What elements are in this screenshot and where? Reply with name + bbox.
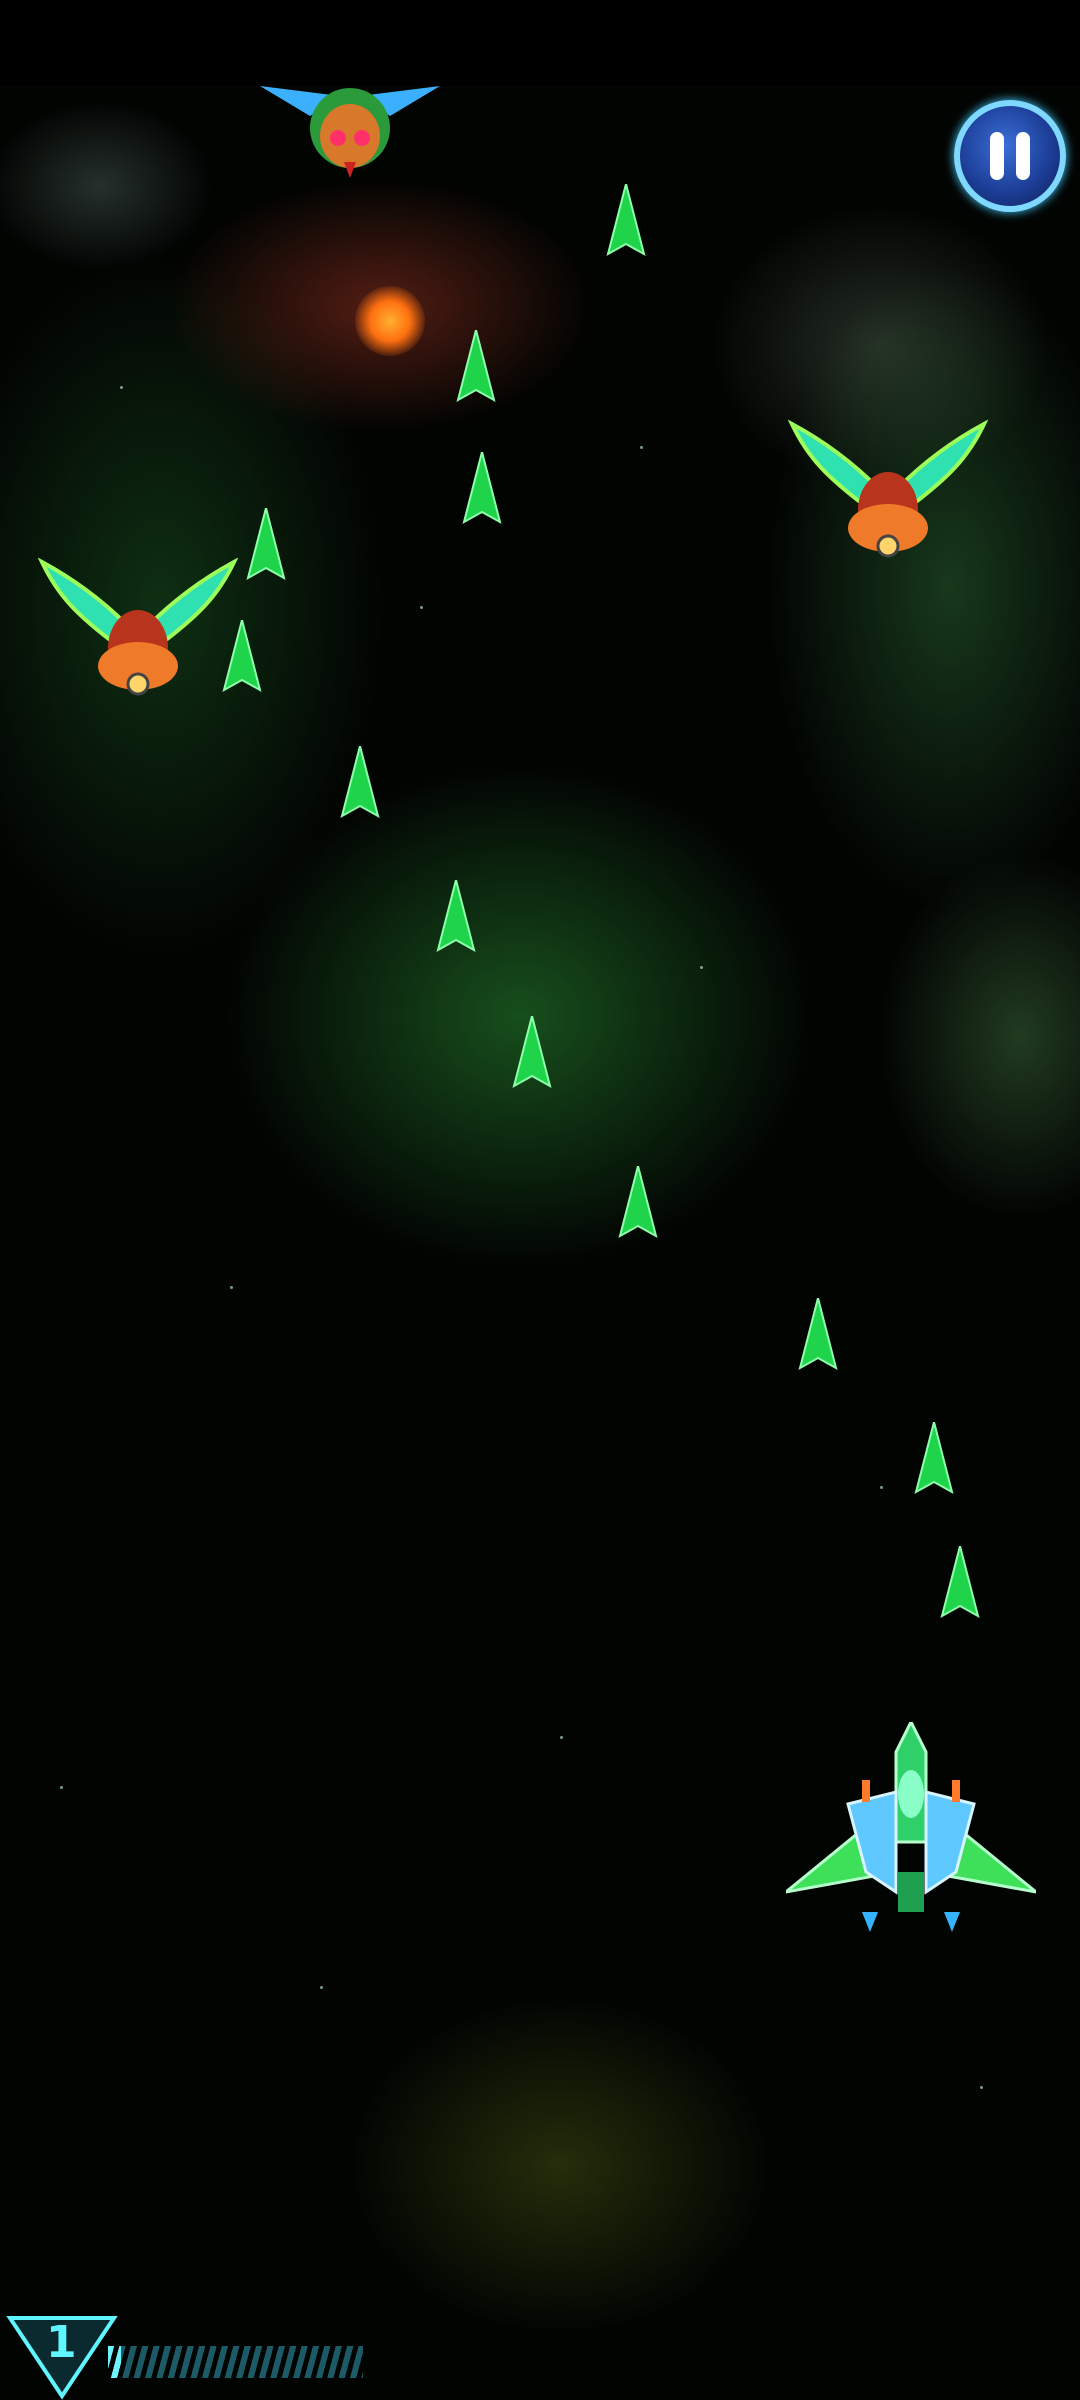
level-progress-fill (108, 2346, 121, 2378)
orange-orb (355, 286, 425, 356)
player-bullet (462, 452, 502, 525)
pause-button[interactable] (954, 100, 1066, 212)
status-bar (0, 0, 1080, 86)
level-number: 1 (46, 2317, 77, 2368)
enemy-chicken-right (788, 419, 988, 558)
player-bullet (914, 1422, 954, 1495)
player-bullet (246, 508, 286, 581)
enemy-chicken-top (260, 86, 440, 178)
pause-icon (990, 132, 1004, 180)
player-bullet (940, 1546, 980, 1619)
star (700, 966, 703, 969)
star (880, 1486, 883, 1489)
star (230, 1286, 233, 1289)
star (320, 1986, 323, 1989)
enemy-chicken-left (38, 557, 238, 696)
star (60, 1786, 63, 1789)
pause-icon (1016, 132, 1030, 180)
player-bullet (606, 184, 646, 257)
player-spaceship[interactable] (786, 1722, 1036, 1932)
player-bullet (456, 330, 496, 403)
star (640, 446, 643, 449)
player-bullet (512, 1016, 552, 1089)
star (980, 2086, 983, 2089)
player-bullet (798, 1298, 838, 1371)
player-bullet (436, 880, 476, 953)
star (120, 386, 123, 389)
level-progress-track (108, 2346, 363, 2378)
player-bullet (618, 1166, 658, 1239)
player-bullet (340, 746, 380, 819)
star (560, 1736, 563, 1739)
star (420, 606, 423, 609)
